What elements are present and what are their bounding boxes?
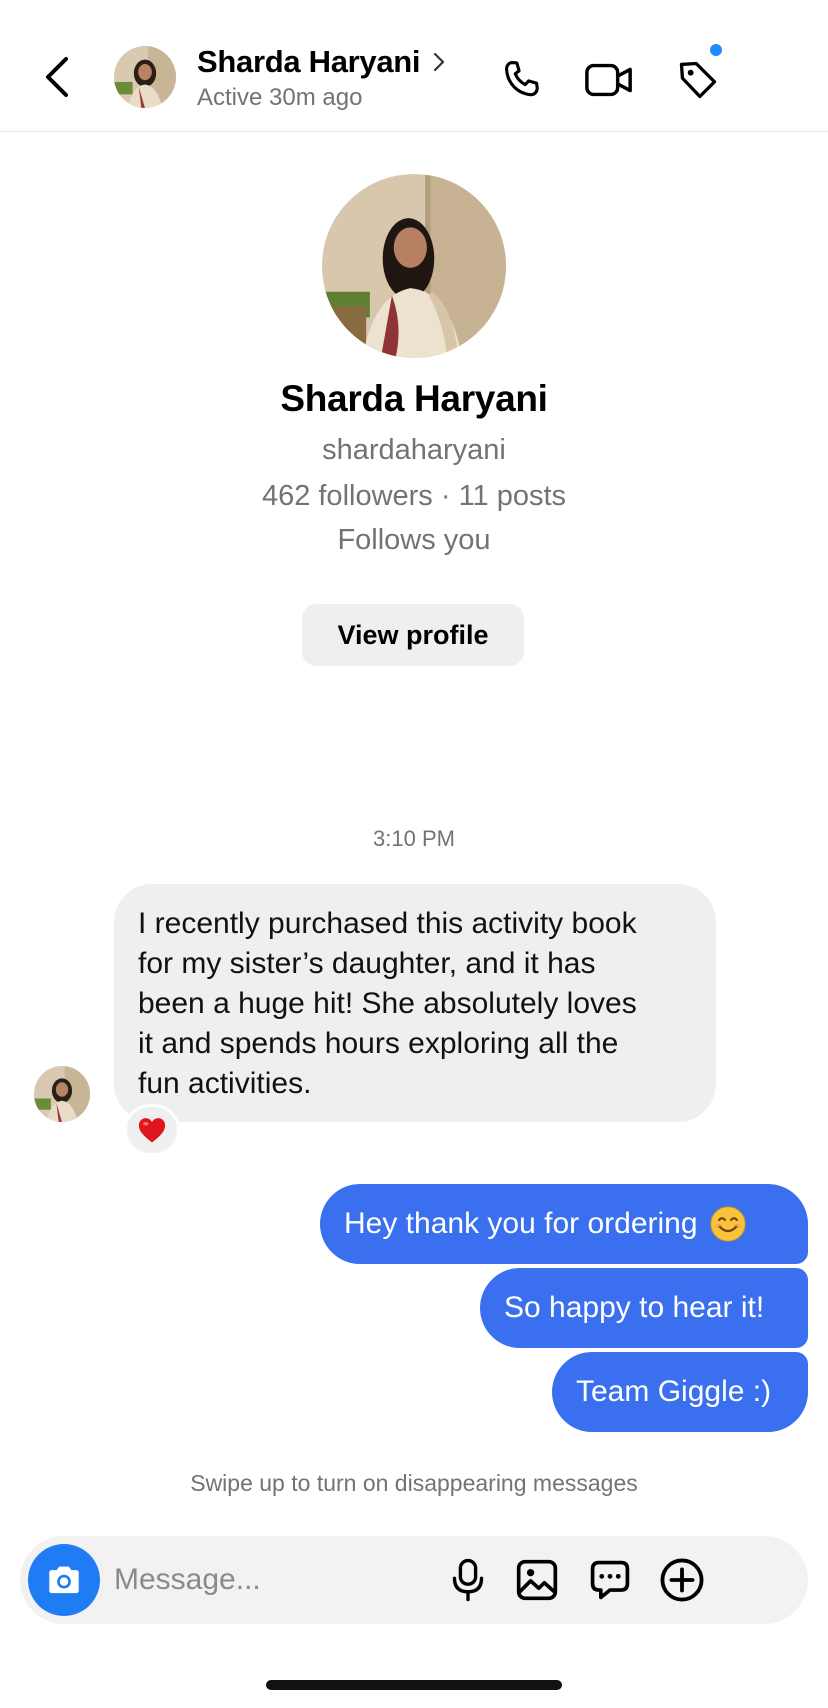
voice-message-button[interactable] (442, 1554, 494, 1606)
message-timestamp: 3:10 PM (373, 826, 455, 851)
view-profile-button[interactable]: View profile (302, 604, 524, 666)
profile-username: shardaharyani (322, 434, 506, 466)
outgoing-message[interactable]: Team Giggle :) (552, 1352, 808, 1432)
contact-name: Sharda Haryani (197, 44, 421, 79)
outgoing-message[interactable]: So happy to hear it! (480, 1268, 808, 1348)
plus-circle-icon (660, 1558, 704, 1602)
incoming-message[interactable]: I recently purchased this activity book … (114, 884, 716, 1122)
video-call-button[interactable] (581, 52, 637, 108)
message-line: for my sister’s daughter, and it has (138, 947, 596, 980)
label-button[interactable] (670, 42, 726, 108)
microphone-icon (452, 1558, 484, 1602)
video-camera-icon (585, 63, 632, 97)
more-options-button[interactable] (656, 1554, 708, 1606)
camera-button[interactable] (28, 1544, 100, 1616)
sticker-chat-icon (590, 1560, 630, 1600)
sender-avatar[interactable] (34, 1066, 90, 1122)
message-text: Team Giggle :) (576, 1375, 772, 1408)
message-line: been a huge hit! She absolutely loves (138, 987, 637, 1020)
phone-icon (505, 61, 539, 97)
message-input[interactable] (114, 1554, 474, 1606)
message-line: fun activities. (138, 1067, 312, 1100)
profile-picture[interactable] (322, 174, 506, 358)
camera-icon (49, 1566, 79, 1594)
avatar[interactable] (114, 46, 176, 108)
chat-header: Sharda Haryani Active 30m ago (0, 0, 828, 132)
active-status: Active 30m ago (197, 84, 363, 111)
chevron-left-icon (46, 57, 68, 97)
profile-stats: 462 followers · 11 posts (261, 480, 567, 512)
disappearing-messages-hint: Swipe up to turn on disappearing message… (190, 1470, 638, 1496)
sticker-button[interactable] (584, 1554, 636, 1606)
message-text: Hey thank you for ordering (344, 1207, 698, 1240)
message-composer (20, 1536, 808, 1624)
heart-icon (138, 1118, 166, 1143)
outgoing-message[interactable]: Hey thank you for ordering (320, 1184, 808, 1264)
home-indicator[interactable] (266, 1680, 562, 1690)
notification-dot (708, 42, 724, 58)
tag-icon (679, 61, 717, 99)
message-text: So happy to hear it! (504, 1291, 765, 1324)
audio-call-button[interactable] (494, 52, 550, 108)
smiling-face-icon (710, 1206, 746, 1242)
heart-reaction[interactable] (124, 1104, 180, 1156)
profile-name: Sharda Haryani (280, 378, 548, 419)
chevron-right-icon (434, 52, 445, 72)
follows-you-label: Follows you (337, 524, 491, 556)
image-icon (516, 1559, 558, 1601)
gallery-button[interactable] (511, 1554, 563, 1606)
back-button[interactable] (36, 52, 76, 102)
message-line: I recently purchased this activity book (138, 907, 637, 940)
contact-name-link[interactable]: Sharda Haryani (197, 44, 446, 80)
message-line: it and spends hours exploring all the (138, 1027, 619, 1060)
